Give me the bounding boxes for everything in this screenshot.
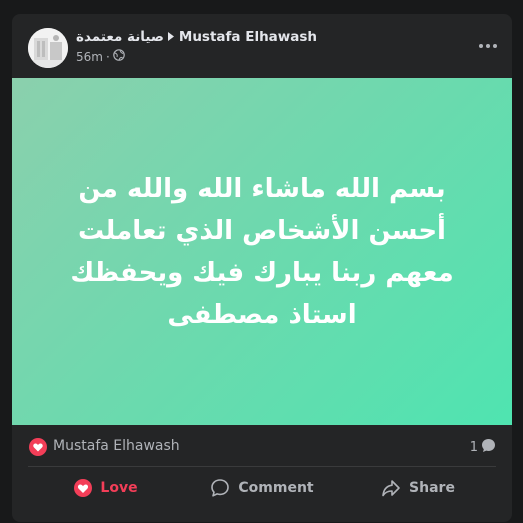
action-bar: Love Comment Share: [28, 470, 496, 506]
page-name[interactable]: صيانة معتمدة: [76, 29, 164, 45]
post-time[interactable]: 56m: [76, 50, 103, 64]
comment-button[interactable]: Comment: [184, 470, 340, 506]
post-text-banner: بسم الله ماشاء الله والله من أحسن الأشخا…: [12, 78, 512, 425]
globe-icon[interactable]: [112, 49, 125, 64]
share-label: Share: [409, 480, 455, 496]
post-header: صيانة معتمدة Mustafa Elhawash 56m ·: [12, 14, 512, 78]
comment-label: Comment: [238, 480, 314, 496]
comment-count-value: 1: [469, 440, 478, 455]
comment-icon: [211, 479, 230, 497]
banner-text: بسم الله ماشاء الله والله من أحسن الأشخا…: [70, 173, 454, 330]
comment-count[interactable]: 1: [470, 438, 496, 457]
author-name[interactable]: Mustafa Elhawash: [179, 29, 317, 45]
post-title: صيانة معتمدة Mustafa Elhawash: [76, 29, 317, 45]
love-button[interactable]: Love: [28, 470, 184, 506]
heart-icon[interactable]: [29, 438, 47, 456]
love-label: Love: [100, 480, 138, 496]
reactor-name[interactable]: Mustafa Elhawash: [53, 438, 180, 454]
love-icon: [74, 479, 93, 497]
avatar-image: [28, 28, 68, 68]
comment-bubble-icon: [481, 438, 496, 457]
more-options-icon[interactable]: [476, 36, 500, 56]
reactions-bar: Mustafa Elhawash 1: [12, 426, 512, 466]
share-icon: [382, 480, 400, 497]
share-button[interactable]: Share: [340, 470, 496, 506]
avatar[interactable]: [28, 28, 68, 68]
post-meta: 56m ·: [76, 49, 125, 64]
action-divider: [28, 466, 496, 467]
post-card: صيانة معتمدة Mustafa Elhawash 56m · بسم …: [12, 14, 512, 522]
meta-separator: ·: [105, 49, 110, 64]
caret-right-icon: [167, 29, 174, 45]
